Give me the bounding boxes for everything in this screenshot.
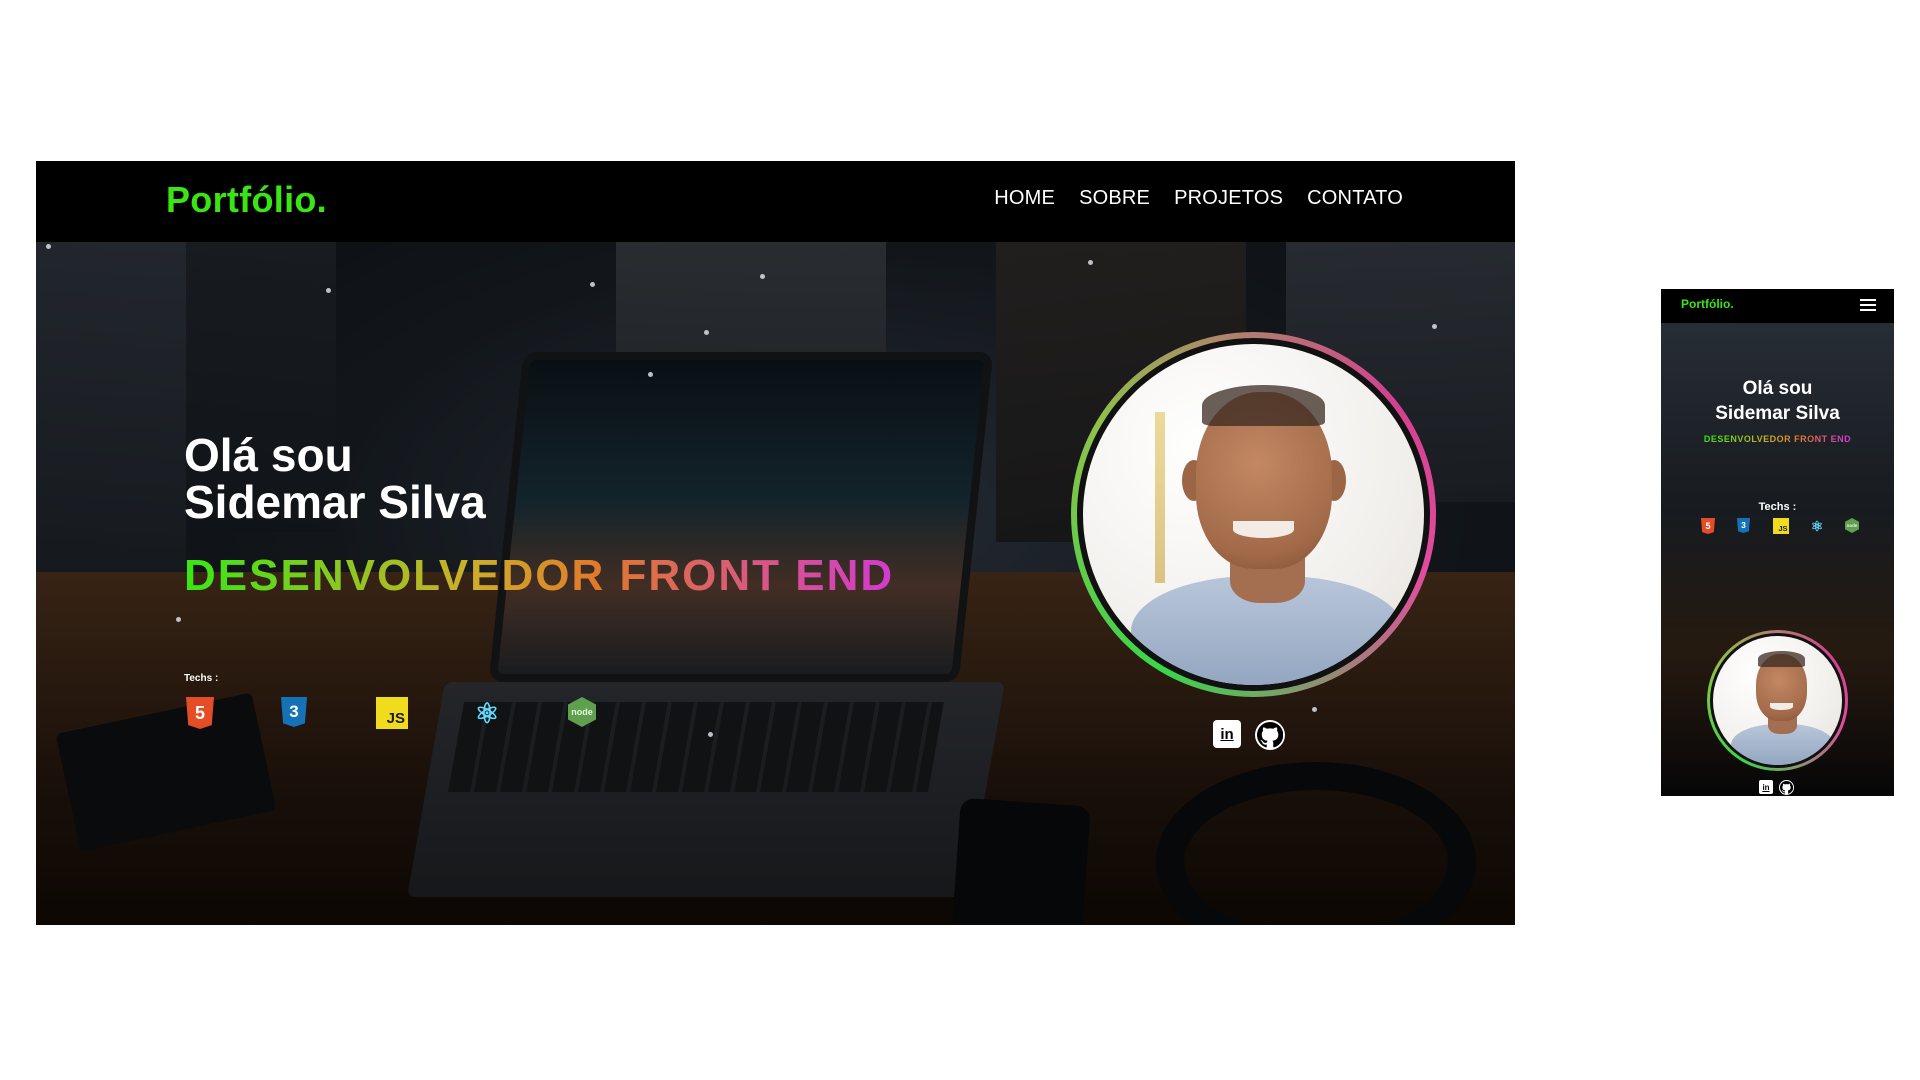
particle-dot	[326, 288, 331, 293]
css3-icon: 3	[281, 697, 307, 727]
github-icon[interactable]	[1779, 780, 1794, 795]
mobile-greeting-line-2: Sidemar Silva	[1715, 403, 1840, 424]
greeting-line-1: Olá sou	[184, 429, 353, 481]
mobile-greeting-line-1: Olá sou	[1742, 378, 1813, 399]
techs-label: Techs :	[184, 673, 219, 684]
nav-sobre-link[interactable]: SOBRE	[1079, 187, 1150, 210]
particle-dot	[760, 274, 765, 279]
navbar: Portfólio. HOME SOBRE PROJETOS CONTATO	[36, 161, 1515, 242]
particle-dot	[46, 244, 51, 249]
profile-photo	[1083, 344, 1424, 685]
particle-dot	[590, 282, 595, 287]
javascript-icon: JS	[1773, 518, 1789, 534]
javascript-icon: JS	[376, 697, 408, 729]
nav-projetos-link[interactable]: PROJETOS	[1174, 187, 1283, 210]
particle-dot	[1088, 260, 1093, 265]
mobile-hero-section: Olá sou Sidemar Silva DESENVOLVEDOR FRON…	[1661, 323, 1894, 796]
social-links: in	[1213, 720, 1285, 750]
nodejs-icon: node	[568, 697, 596, 727]
particle-dot	[1312, 707, 1317, 712]
nav-menu: HOME SOBRE PROJETOS CONTATO	[994, 187, 1403, 210]
nav-home-link[interactable]: HOME	[994, 187, 1055, 210]
profile-photo-frame	[1071, 332, 1436, 697]
react-icon: ⚛	[1810, 518, 1824, 534]
particle-dot	[1432, 324, 1437, 329]
greeting-line-2: Sidemar Silva	[184, 476, 486, 528]
mobile-navbar: Portfólio.	[1661, 289, 1894, 323]
particle-dot	[176, 617, 181, 622]
site-logo[interactable]: Portfólio.	[166, 179, 327, 221]
mobile-hero-role: DESENVOLVEDOR FRONT END	[1661, 434, 1894, 444]
html5-icon: 5	[186, 697, 214, 729]
linkedin-icon[interactable]: in	[1759, 780, 1773, 794]
desktop-preview: Portfólio. HOME SOBRE PROJETOS CONTATO O…	[36, 161, 1515, 925]
nav-contato-link[interactable]: CONTATO	[1307, 187, 1403, 210]
mobile-techs-label: Techs :	[1758, 501, 1797, 513]
particle-dot	[708, 732, 713, 737]
react-icon: ⚛	[474, 697, 500, 729]
techs-list: 5 3 JS ⚛ node	[184, 697, 624, 737]
hero-role: DESENVOLVEDOR FRONT END	[184, 551, 895, 600]
mobile-profile-photo-frame	[1707, 630, 1848, 771]
mobile-profile-photo	[1713, 636, 1842, 765]
css3-icon: 3	[1737, 518, 1750, 533]
html5-icon: 5	[1701, 518, 1715, 534]
nodejs-icon: node	[1845, 518, 1859, 533]
mobile-hero-greeting: Olá sou Sidemar Silva	[1661, 376, 1894, 426]
hero-section: Olá sou Sidemar Silva DESENVOLVEDOR FRON…	[36, 242, 1515, 925]
linkedin-icon[interactable]: in	[1213, 720, 1241, 748]
hamburger-menu-icon[interactable]	[1860, 299, 1876, 313]
particle-dot	[704, 330, 709, 335]
mobile-preview: Portfólio. Olá sou Sidemar Silva DESENVO…	[1661, 289, 1894, 796]
mobile-social-links: in	[1759, 780, 1794, 795]
particle-dot	[648, 372, 653, 377]
mobile-site-logo[interactable]: Portfólio.	[1681, 297, 1734, 311]
hero-greeting: Olá sou Sidemar Silva	[184, 432, 486, 526]
github-icon[interactable]	[1255, 720, 1285, 750]
mobile-techs-list: 5 3 JS ⚛ node	[1701, 518, 1861, 538]
